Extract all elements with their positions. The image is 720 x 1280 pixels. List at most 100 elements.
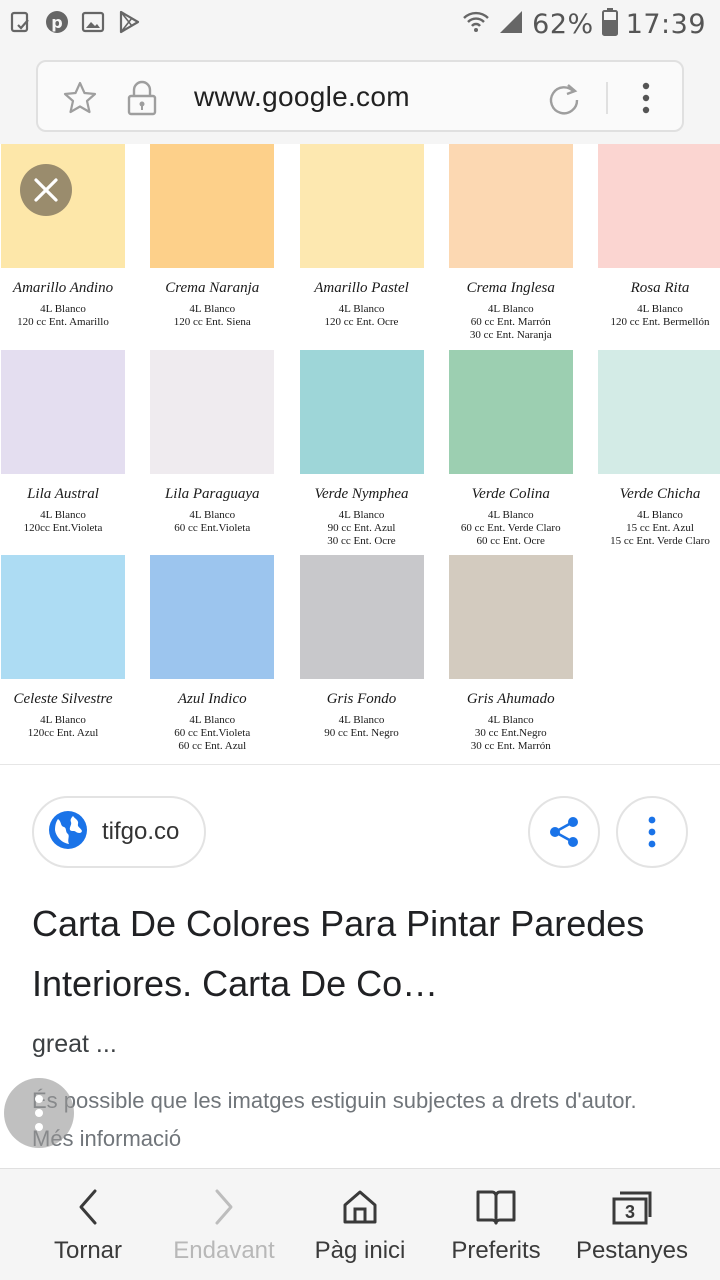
nav-tabs-label: Pestanyes	[575, 1237, 689, 1264]
color-swatch	[1, 555, 125, 679]
swatch-recipe-line: 30 cc Ent. Ocre	[327, 534, 396, 547]
swatch-recipe-line: 4L Blanco	[189, 303, 236, 315]
swatch-recipe-line: 4L Blanco	[338, 303, 385, 315]
lock-icon[interactable]	[124, 80, 160, 116]
swatch-name: Verde Nymphea	[314, 485, 409, 502]
nav-forward-button[interactable]: Endavant	[152, 1169, 296, 1280]
swatch-recipe-line: 4L Blanco	[40, 714, 86, 726]
more-options-button[interactable]	[616, 796, 688, 868]
swatch-recipe-line: 15 cc Ent. Azul	[626, 521, 694, 534]
swatch-recipe-line: 4L Blanco	[189, 508, 236, 521]
chevron-right-icon	[202, 1185, 246, 1229]
color-swatch	[150, 555, 275, 679]
swatch-recipe-line: 15 cc Ent. Verde Claro	[610, 534, 710, 547]
swatch-caption: Verde Colina 4L Blanco 60 cc Ent. Verde Cl…	[439, 486, 583, 548]
swatch-recipe-line: 4L Blanco	[487, 303, 534, 315]
close-button[interactable]	[20, 164, 72, 216]
browser-toolbar: www.google.com	[0, 48, 720, 144]
bottom-navigation: Tornar Endavant Pàg inici Preferits 3 Pe…	[0, 1168, 720, 1280]
swatch-caption: Lila Paraguaya 4L Blanco 60 cc Ent.Violeta	[140, 486, 284, 535]
swatch-caption: Verde Nymphea 4L Blanco 90 cc Ent. Azul 30 …	[290, 486, 434, 548]
swatch-name: Crema Naranja	[165, 280, 260, 296]
floating-menu-button[interactable]	[4, 1078, 74, 1148]
source-domain: tifgo.co	[102, 818, 180, 845]
reload-icon[interactable]	[546, 80, 582, 116]
swatch-recipe-line: 120 cc Ent. Amarillo	[17, 316, 109, 328]
copyright-notice[interactable]: És possible que les imatges estiguin sub…	[32, 1082, 672, 1158]
source-chip[interactable]: tifgo.co	[32, 796, 206, 868]
nav-back-button[interactable]: Tornar	[16, 1169, 160, 1280]
swatch-recipe-line: 90 cc Ent. Azul	[327, 521, 396, 534]
swatch-caption: Crema Naranja 4L Blanco 120 cc Ent. Siena	[140, 280, 284, 329]
swatch-recipe-line: 4L Blanco	[637, 508, 683, 521]
color-swatch	[1, 349, 125, 474]
swatch-recipe-line: 60 cc Ent. Verde Claro	[460, 521, 561, 534]
float-dot	[35, 1095, 43, 1103]
more-vert-icon	[648, 816, 656, 848]
tabs-icon: 3	[610, 1185, 654, 1229]
swatch-recipe-line: 4L Blanco	[637, 303, 683, 315]
share-icon	[550, 817, 578, 847]
nav-bookmarks-button[interactable]: Preferits	[424, 1169, 568, 1280]
color-swatch	[299, 349, 424, 474]
color-swatch	[448, 555, 573, 679]
chevron-left-icon	[66, 1185, 110, 1229]
swatch-recipe-line: 4L Blanco	[189, 714, 236, 726]
address-bar-divider	[606, 82, 608, 114]
home-icon	[338, 1185, 382, 1229]
battery-icon	[601, 7, 618, 41]
result-title[interactable]: Carta De Colores Para Pintar Paredes Int…	[32, 894, 672, 1014]
color-swatch	[150, 349, 275, 474]
swatch-recipe-line: 60 cc Ent.Violeta	[174, 727, 251, 739]
nav-back-label: Tornar	[53, 1237, 123, 1264]
swatch-recipe-line: 30 cc Ent. Marrón	[470, 740, 551, 752]
swatch-name: Gris Fondo	[326, 691, 397, 707]
swatch-recipe-line: 30 cc Ent. Naranja	[469, 329, 552, 341]
share-button[interactable]	[528, 796, 600, 868]
swatch-caption: Lila Austral 4L Blanco 120cc Ent.Violeta	[0, 486, 135, 535]
color-swatch	[150, 144, 275, 268]
swatch-name: Amarillo Pastel	[314, 280, 409, 296]
nav-home-button[interactable]: Pàg inici	[288, 1169, 432, 1280]
swatch-recipe-line: 60 cc Ent. Ocre	[476, 534, 545, 547]
swatch-recipe-line: 120cc Ent.Violeta	[23, 521, 103, 534]
url-text[interactable]: www.google.com	[194, 81, 410, 113]
menu-icon[interactable]	[628, 80, 664, 116]
close-icon	[34, 178, 58, 202]
color-swatch	[299, 144, 424, 268]
color-swatch	[598, 144, 720, 268]
color-swatch	[598, 349, 720, 474]
swatch-caption: Amarillo Pastel 4L Blanco 120 cc Ent. Ocre	[290, 280, 434, 329]
signal-icon	[498, 9, 524, 40]
swatch-recipe-line: 30 cc Ent.Negro	[474, 727, 547, 739]
swatch-caption: Amarillo Andino 4L Blanco 120 cc Ent. Amar…	[0, 280, 135, 329]
result-image[interactable]: Amarillo Andino 4L Blanco 120 cc Ent. Amar…	[0, 144, 720, 764]
swatch-caption: Gris Fondo 4L Blanco 90 cc Ent. Negro	[290, 691, 434, 740]
swatch-caption: Rosa Rita 4L Blanco 120 cc Ent. Bermellón	[588, 280, 720, 329]
nav-tabs-button[interactable]: 3 Pestanyes	[560, 1169, 704, 1280]
swatch-recipe-line: 120 cc Ent. Ocre	[324, 316, 399, 328]
swatch-name: Verde Colina	[471, 485, 550, 502]
swatch-name: Crema Inglesa	[466, 280, 555, 296]
swatch-recipe-line: 60 cc Ent.Violeta	[174, 521, 251, 534]
star-icon[interactable]	[62, 80, 98, 116]
tasks-icon	[8, 9, 34, 35]
swatch-recipe-line: 4L Blanco	[338, 508, 385, 521]
swatch-caption: Gris Ahumado 4L Blanco 30 cc Ent.Negro 30 c…	[439, 691, 583, 753]
book-icon	[474, 1185, 518, 1229]
address-bar[interactable]: www.google.com	[36, 60, 684, 132]
swatch-name: Verde Chicha	[619, 485, 701, 502]
swatch-name: Celeste Silvestre	[13, 691, 113, 707]
swatch-recipe-line: 4L Blanco	[40, 508, 86, 521]
swatch-caption: Celeste Silvestre 4L Blanco 120cc Ent. Azu…	[0, 691, 135, 740]
swatch-recipe-line: 60 cc Ent. Marrón	[470, 316, 551, 328]
color-swatch	[448, 349, 573, 474]
play-store-icon	[116, 9, 142, 35]
globe-icon	[48, 810, 88, 855]
swatch-recipe-line: 60 cc Ent. Azul	[178, 740, 247, 752]
swatch-recipe-line: 4L Blanco	[487, 714, 534, 726]
swatch-caption: Crema Inglesa 4L Blanco 60 cc Ent. Marrón 3…	[439, 280, 583, 342]
battery-percent: 62%	[532, 8, 594, 40]
float-dot	[35, 1123, 43, 1131]
swatch-name: Gris Ahumado	[466, 691, 555, 707]
